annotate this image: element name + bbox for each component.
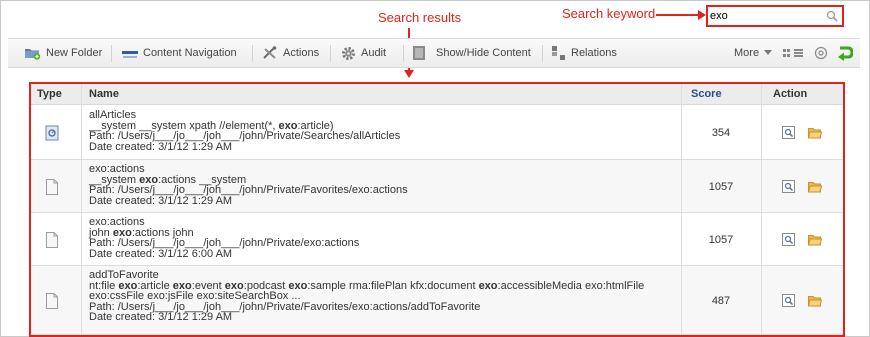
open-folder-icon[interactable] [808,127,822,139]
open-folder-icon[interactable] [808,181,822,193]
results-arrow-head [404,70,414,78]
result-text: :accessibleMedia exo:htmlFile [497,279,645,292]
new-folder-button[interactable]: New Folder [24,39,102,67]
show-hide-content-label: Show/Hide Content [436,47,531,59]
score-value: 354 [711,127,731,139]
chevron-down-icon [764,50,773,55]
search-icon[interactable] [826,10,838,22]
gear-icon [342,46,355,60]
settings-icon [814,46,828,60]
content-navigation-icon [122,51,138,58]
open-folder-icon[interactable] [808,295,822,307]
keyword-highlight: exo [478,279,498,292]
column-divider [681,84,682,335]
toolbar-divider [542,45,543,62]
open-folder-icon[interactable] [808,234,822,246]
toolbar-divider [111,45,112,62]
show-hide-content-button[interactable]: Show/Hide Content [413,39,531,67]
result-text: Date created: 3/1/12 6:00 AM [89,247,233,260]
back-button[interactable] [837,39,858,67]
result-details[interactable]: exo:actions john exo:actions john Path: /U… [89,217,679,260]
content-navigation-label: Content Navigation [143,47,237,59]
search-box [706,5,844,27]
score-value: 1057 [708,234,734,246]
content-page-icon [413,46,425,60]
column-divider [81,84,82,335]
type-column-header: Type [37,88,62,100]
table-row[interactable]: exo:actions john exo:actions john Path: /U… [31,213,843,266]
tools-icon [263,46,277,59]
saved-search-icon [45,125,59,141]
toolbar: New Folder Content Navigation Actions Au… [8,38,860,68]
keyword-arrow [656,14,700,16]
result-details[interactable]: allArticles __system __system xpath //ele… [89,110,679,153]
action-column-header: Action [773,88,808,100]
result-line: Date created: 3/1/12 6:00 AM [89,247,679,260]
preview-icon[interactable] [782,180,795,193]
name-column-header: Name [89,88,119,100]
new-folder-label: New Folder [46,47,103,59]
back-arrow-icon [838,46,853,61]
document-icon [46,293,58,309]
audit-button[interactable]: Audit [341,39,386,67]
view-mode-icon [783,49,803,57]
result-line: Date created: 3/1/12 1:29 AM [89,194,679,207]
toolbar-divider [330,45,331,62]
keyword-arrow-head [698,10,706,20]
search-input[interactable] [710,9,838,23]
document-icon [46,179,58,195]
relations-icon [552,46,565,60]
result-line: Date created: 3/1/12 1:29 AM [89,312,679,323]
score-value: 487 [711,295,731,307]
relations-label: Relations [571,47,617,59]
more-label: More [734,47,760,59]
search-results-annotation: Search results [378,10,462,25]
audit-label: Audit [361,47,387,59]
toolbar-divider [252,45,253,62]
result-text: Date created: 3/1/12 1:29 AM [89,140,233,153]
result-line: Date created: 3/1/12 1:29 AM [89,140,679,153]
result-text: Date created: 3/1/12 1:29 AM [89,194,233,207]
preview-icon[interactable] [782,126,795,139]
preview-icon[interactable] [782,233,795,246]
more-menu-button[interactable]: More [734,39,777,67]
table-row[interactable]: allArticles __system __system xpath //ele… [31,106,843,160]
table-row[interactable]: addToFavorite nt:file exo:article exo:eve… [31,266,843,335]
relations-button[interactable]: Relations [552,39,617,67]
search-keyword-annotation: Search keyword [562,6,656,21]
search-results-table: Type Name Score Action allArticles __syst… [29,82,845,337]
score-column-header[interactable]: Score [691,88,722,100]
new-folder-icon [25,49,41,60]
actions-label: Actions [283,47,320,59]
table-header: Type Name Score Action [31,84,843,105]
view-mode-button[interactable] [783,39,808,67]
settings-button[interactable] [814,39,833,67]
result-details[interactable]: exo:actions __system exo:actions __system… [89,164,679,207]
result-text: Date created: 3/1/12 1:29 AM [89,311,233,323]
score-value: 1057 [708,181,734,193]
table-row[interactable]: exo:actions __system exo:actions __system… [31,160,843,213]
result-text: :sample rma:filePlan kfx:document [307,279,479,292]
result-details[interactable]: addToFavorite nt:file exo:article exo:eve… [89,270,679,323]
actions-button[interactable]: Actions [262,39,319,67]
column-divider [761,84,762,335]
document-icon [46,232,58,248]
preview-icon[interactable] [782,294,795,307]
toolbar-divider [403,45,404,62]
content-navigation-button[interactable]: Content Navigation [122,39,237,67]
